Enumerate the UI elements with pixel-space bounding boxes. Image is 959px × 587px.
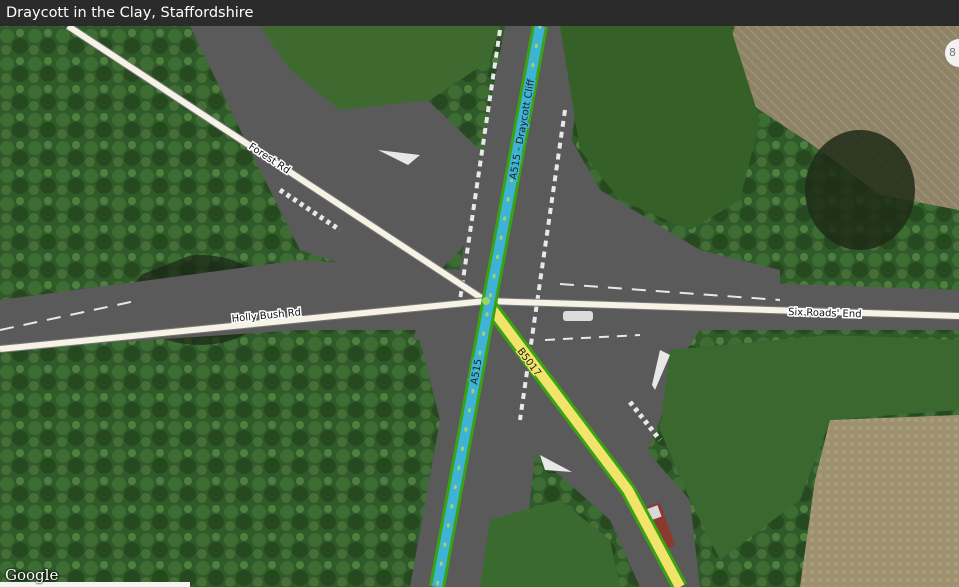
car bbox=[563, 311, 593, 321]
google-logo[interactable]: Google bbox=[5, 566, 58, 584]
junction-node bbox=[482, 297, 490, 305]
location-title: Draycott in the Clay, Staffordshire bbox=[0, 0, 959, 26]
map-viewer: Draycott in the Clay, Staffordshire Fore… bbox=[0, 0, 959, 587]
satellite-map[interactable]: Forest Rd Holly Bush Rd Six Roads' End A… bbox=[0, 26, 959, 587]
six-roads-end-label: Six Roads' End bbox=[788, 307, 862, 320]
tree-shadow bbox=[805, 130, 915, 250]
grass-island bbox=[0, 340, 440, 587]
